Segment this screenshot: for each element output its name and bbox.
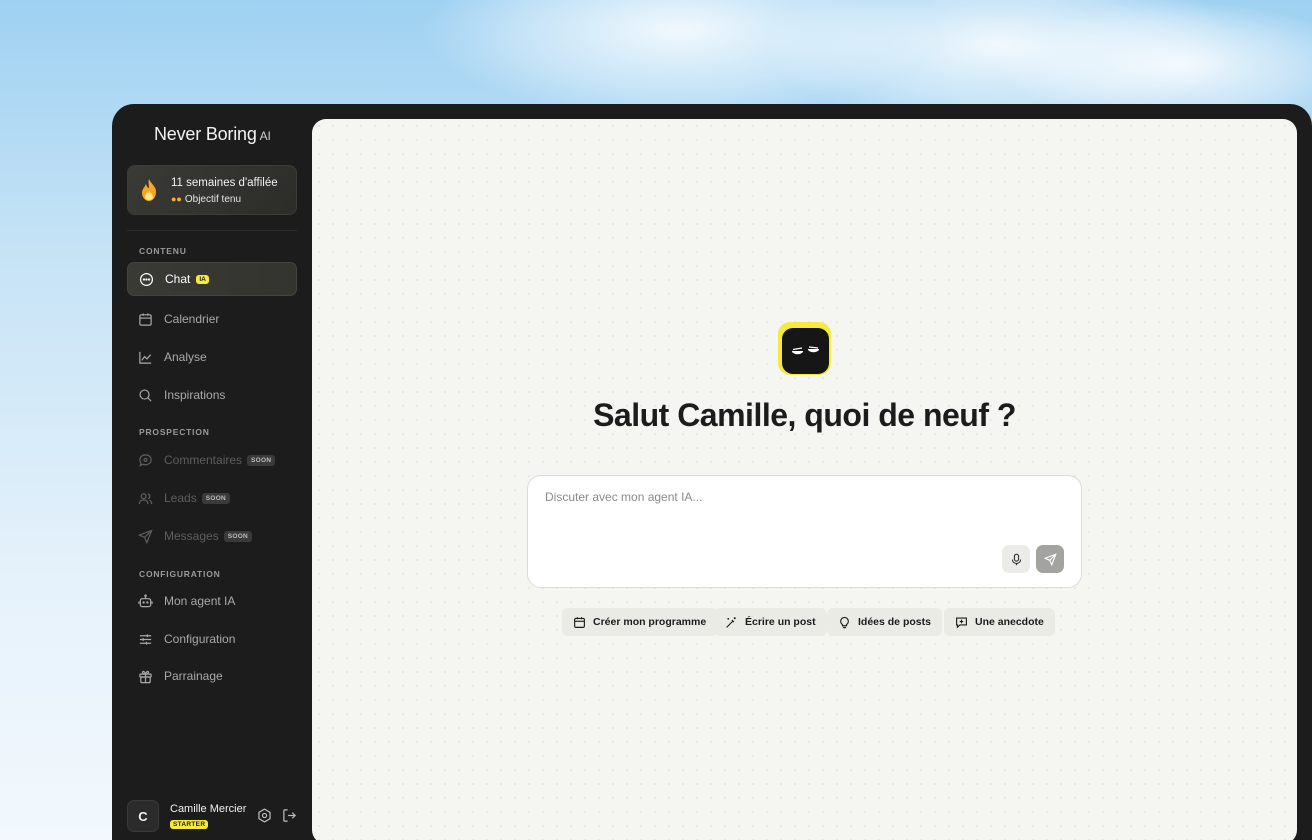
sidebar-item-configuration[interactable]: Configuration: [127, 622, 297, 656]
sidebar-item-label: Chat: [165, 272, 191, 286]
chip-label: Une anecdote: [975, 616, 1044, 628]
magic-wand-icon: [726, 616, 736, 628]
sidebar-item-label: Commentaires: [164, 453, 243, 467]
soon-badge: SOON: [247, 454, 276, 466]
sidebar-item-label: Configuration: [164, 632, 236, 646]
send-button[interactable]: [1036, 545, 1064, 573]
sidebar-item-leads: Leads SOON: [127, 481, 297, 515]
plan-badge: STARTER: [170, 820, 209, 829]
main-chat-panel: Salut Camille, quoi de neuf ? Créer mon …: [312, 119, 1297, 840]
logout-icon[interactable]: [282, 808, 297, 823]
comment-icon: [139, 453, 152, 467]
chip-label: Écrire un post: [745, 616, 816, 628]
divider: [127, 230, 297, 231]
chat-bubble-icon: [139, 272, 154, 286]
settings-icon[interactable]: [257, 808, 272, 823]
sidebar: Never Boring AI 11 semaines d'affilée ●● O…: [112, 104, 312, 840]
flame-icon: ●●: [171, 194, 182, 204]
suggestion-chip-programme[interactable]: Créer mon programme: [562, 608, 718, 636]
sidebar-item-label: Inspirations: [164, 388, 226, 402]
search-icon: [139, 388, 152, 402]
section-label-configuration: CONFIGURATION: [139, 569, 221, 579]
chat-composer: [527, 475, 1082, 588]
chat-input[interactable]: [545, 490, 1045, 504]
streak-subtitle: ●● Objectif tenu: [171, 194, 242, 205]
suggestion-chip-idees[interactable]: Idées de posts: [827, 608, 942, 636]
robot-icon: [138, 593, 153, 607]
sidebar-item-label: Analyse: [164, 350, 207, 364]
soon-badge: SOON: [201, 492, 231, 504]
message-plus-icon: [956, 616, 967, 629]
sidebar-item-commentaires: Commentaires SOON: [127, 443, 297, 477]
user-name: Camille Mercier: [170, 803, 247, 815]
soon-badge: SOON: [223, 530, 253, 542]
sliders-icon: [139, 633, 152, 645]
app-window: Never Boring AI 11 semaines d'affilée ●● O…: [112, 104, 1312, 840]
calendar-icon: [139, 312, 152, 326]
send-icon: [138, 528, 153, 544]
microphone-button[interactable]: [1002, 545, 1030, 573]
sidebar-item-label: Calendrier: [164, 312, 220, 326]
brand-logo[interactable]: Never Boring AI: [154, 124, 271, 145]
sidebar-item-label: Mon agent IA: [164, 594, 236, 608]
sidebar-item-label: Leads: [164, 491, 197, 505]
user-profile[interactable]: C Camille Mercier STARTER: [127, 800, 297, 834]
sidebar-item-calendrier[interactable]: Calendrier: [127, 302, 297, 336]
avatar[interactable]: C: [127, 800, 159, 832]
sidebar-item-parrainage[interactable]: Parrainage: [127, 659, 297, 693]
chip-label: Idées de posts: [858, 616, 931, 628]
mascot-logo-icon: [778, 322, 831, 375]
send-icon: [1043, 552, 1057, 566]
lightbulb-icon: [840, 616, 849, 628]
suggestion-chip-anecdote[interactable]: Une anecdote: [944, 608, 1055, 636]
users-icon: [138, 492, 153, 504]
streak-card: 11 semaines d'affilée ●● Objectif tenu: [127, 165, 297, 215]
streak-title: 11 semaines d'affilée: [171, 177, 278, 189]
flame-icon: [142, 179, 156, 201]
section-label-content: CONTENU: [139, 246, 187, 256]
sidebar-item-chat[interactable]: Chat IA: [127, 262, 297, 296]
suggestion-chip-post[interactable]: Écrire un post: [714, 608, 827, 636]
section-label-prospection: PROSPECTION: [139, 427, 210, 437]
sidebar-item-label: Parrainage: [164, 669, 223, 683]
sidebar-item-mon-agent-ia[interactable]: Mon agent IA: [127, 584, 297, 618]
chip-label: Créer mon programme: [593, 616, 707, 628]
sidebar-item-inspirations[interactable]: Inspirations: [127, 378, 297, 412]
sidebar-item-label: Messages: [164, 529, 219, 543]
sidebar-item-messages: Messages SOON: [127, 519, 297, 553]
ia-badge: IA: [196, 274, 209, 284]
greeting-title: Salut Camille, quoi de neuf ?: [593, 397, 1016, 433]
sidebar-item-analyse[interactable]: Analyse: [127, 340, 297, 374]
chart-line-icon: [139, 351, 152, 364]
gift-icon: [139, 670, 152, 683]
microphone-icon: [1011, 553, 1021, 565]
calendar-icon: [574, 616, 585, 628]
